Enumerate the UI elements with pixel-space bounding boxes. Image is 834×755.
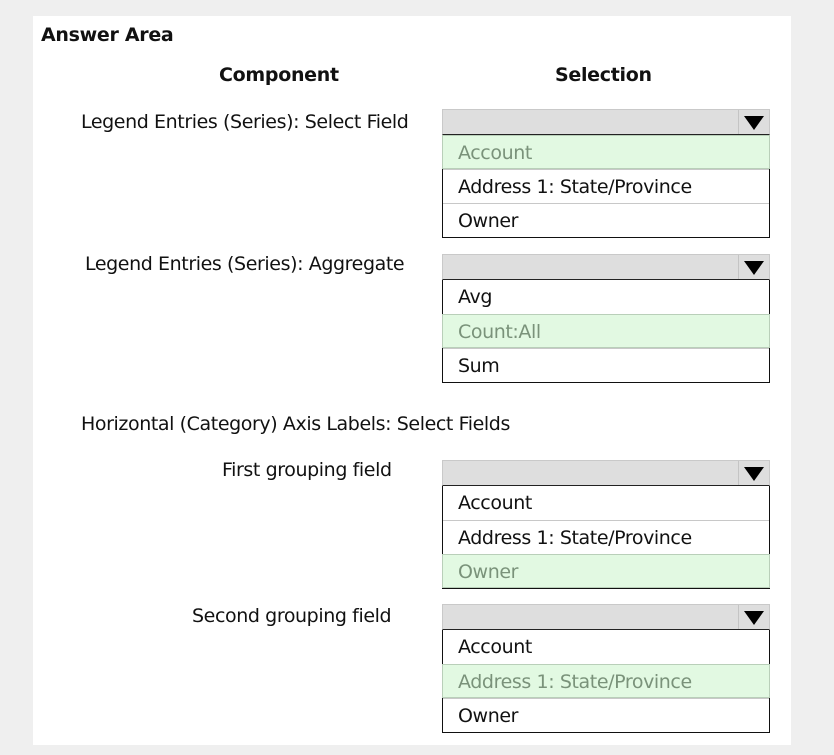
dropdown-options: Avg Count:All Sum xyxy=(442,280,770,383)
selection-header: Selection xyxy=(555,64,652,86)
chevron-down-icon[interactable] xyxy=(738,110,769,134)
dropdown-option[interactable]: Owner xyxy=(443,698,769,732)
dropdown-option[interactable]: Count:All xyxy=(442,314,770,348)
dropdown-option[interactable]: Sum xyxy=(443,348,769,382)
legend-select-field-dropdown[interactable]: Account Address 1: State/Province Owner xyxy=(442,109,770,238)
axis-labels-section-label: Horizontal (Category) Axis Labels: Selec… xyxy=(81,413,510,435)
legend-aggregate-dropdown[interactable]: Avg Count:All Sum xyxy=(442,254,770,383)
dropdown-header[interactable] xyxy=(442,460,770,486)
dropdown-option[interactable]: Avg xyxy=(443,280,769,314)
dropdown-options: Account Address 1: State/Province Owner xyxy=(442,135,770,238)
dropdown-options: Account Address 1: State/Province Owner xyxy=(442,630,770,733)
chevron-down-icon[interactable] xyxy=(738,255,769,279)
chevron-down-icon[interactable] xyxy=(738,461,769,485)
legend-select-field-label: Legend Entries (Series): Select Field xyxy=(81,111,409,133)
chevron-down-icon[interactable] xyxy=(738,605,769,629)
dropdown-option[interactable]: Account xyxy=(442,135,770,169)
dropdown-header[interactable] xyxy=(442,604,770,630)
dropdown-header[interactable] xyxy=(442,254,770,280)
dropdown-options: Account Address 1: State/Province Owner xyxy=(442,486,770,589)
dropdown-option[interactable]: Address 1: State/Province xyxy=(443,520,769,554)
dropdown-header[interactable] xyxy=(442,109,770,135)
answer-area-title: Answer Area xyxy=(41,24,174,46)
legend-aggregate-label: Legend Entries (Series): Aggregate xyxy=(85,253,405,275)
dropdown-option[interactable]: Account xyxy=(443,630,769,664)
component-header: Component xyxy=(219,64,339,86)
second-grouping-field-dropdown[interactable]: Account Address 1: State/Province Owner xyxy=(442,604,770,733)
dropdown-option[interactable]: Account xyxy=(443,486,769,520)
first-grouping-field-dropdown[interactable]: Account Address 1: State/Province Owner xyxy=(442,460,770,589)
dropdown-option[interactable]: Address 1: State/Province xyxy=(443,169,769,203)
second-grouping-field-label: Second grouping field xyxy=(192,605,392,627)
dropdown-option[interactable]: Owner xyxy=(442,554,770,588)
dropdown-option[interactable]: Owner xyxy=(443,203,769,237)
first-grouping-field-label: First grouping field xyxy=(222,459,392,481)
dropdown-option[interactable]: Address 1: State/Province xyxy=(442,664,770,698)
